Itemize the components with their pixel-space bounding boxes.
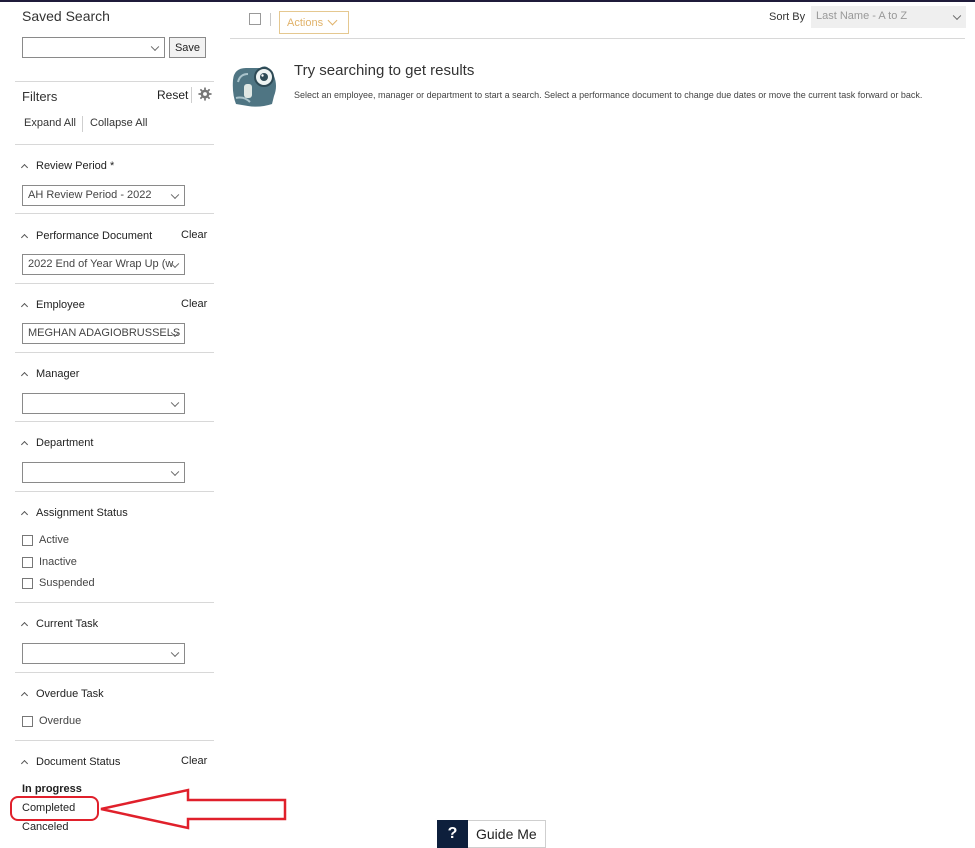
document-status-in-progress[interactable]: In progress xyxy=(22,783,82,795)
empty-state-description: Select an employee, manager or departmen… xyxy=(294,90,923,100)
checkbox[interactable] xyxy=(22,556,33,568)
review-period-header[interactable]: Review Period * xyxy=(20,160,114,172)
divider xyxy=(15,144,214,145)
sort-by-label: Sort By xyxy=(769,11,806,23)
select-all-checkbox[interactable] xyxy=(249,13,261,25)
guide-me-button[interactable]: ? Guide Me xyxy=(437,820,546,848)
sort-by-select[interactable]: Last Name - A to Z xyxy=(811,6,966,28)
document-status-header[interactable]: Document Status xyxy=(20,756,120,768)
chevron-up-icon xyxy=(20,371,29,380)
reset-link[interactable]: Reset xyxy=(157,88,188,102)
chevron-down-icon xyxy=(170,467,180,476)
divider xyxy=(15,602,214,603)
overdue-task-overdue[interactable]: Overdue xyxy=(22,715,81,727)
guide-me-label: Guide Me xyxy=(476,826,537,842)
actions-button[interactable]: Actions xyxy=(279,11,349,34)
chevron-up-icon xyxy=(20,233,29,242)
assignment-status-suspended[interactable]: Suspended xyxy=(22,577,95,589)
current-task-header[interactable]: Current Task xyxy=(20,618,98,630)
overdue-task-header[interactable]: Overdue Task xyxy=(20,688,104,700)
saved-search-select[interactable] xyxy=(22,37,165,58)
empty-state-title: Try searching to get results xyxy=(294,62,475,79)
employee-select[interactable]: MEGHAN ADAGIOBRUSSELS xyxy=(22,323,185,344)
checkbox[interactable] xyxy=(22,534,33,546)
help-icon: ? xyxy=(437,820,468,848)
employee-clear[interactable]: Clear xyxy=(181,298,207,310)
performance-document-select[interactable]: 2022 End of Year Wrap Up (w xyxy=(22,254,185,275)
chevron-up-icon xyxy=(20,621,29,630)
save-button[interactable]: Save xyxy=(169,37,206,58)
chevron-down-icon xyxy=(170,398,180,407)
gear-icon[interactable] xyxy=(198,87,212,101)
saved-search-title: Saved Search xyxy=(22,8,110,24)
divider xyxy=(15,491,214,492)
chevron-up-icon xyxy=(20,302,29,311)
assignment-status-inactive[interactable]: Inactive xyxy=(22,556,77,568)
employee-header[interactable]: Employee xyxy=(20,299,85,311)
current-task-select[interactable] xyxy=(22,643,185,664)
department-header[interactable]: Department xyxy=(20,437,93,449)
expand-all-link[interactable]: Expand All xyxy=(24,117,76,129)
chevron-up-icon xyxy=(20,163,29,172)
separator xyxy=(191,87,192,103)
collapse-all-link[interactable]: Collapse All xyxy=(90,117,147,129)
performance-document-header[interactable]: Performance Document xyxy=(20,230,152,242)
filters-title: Filters xyxy=(22,89,58,104)
toolbar-divider xyxy=(230,38,965,39)
department-select[interactable] xyxy=(22,462,185,483)
performance-document-clear[interactable]: Clear xyxy=(181,229,207,241)
chevron-up-icon xyxy=(20,510,29,519)
chevron-up-icon xyxy=(20,440,29,449)
chevron-down-icon xyxy=(150,42,160,51)
divider xyxy=(15,352,214,353)
checkbox[interactable] xyxy=(22,577,33,589)
divider xyxy=(15,283,214,284)
chevron-down-icon xyxy=(170,190,180,199)
filters-sidebar: Saved Search Save Filters Reset Expand A… xyxy=(0,2,230,848)
divider xyxy=(15,81,214,82)
review-period-select[interactable]: AH Review Period - 2022 xyxy=(22,185,185,206)
chevron-up-icon xyxy=(20,759,29,768)
manager-header[interactable]: Manager xyxy=(20,368,79,380)
divider xyxy=(15,421,214,422)
assignment-status-active[interactable]: Active xyxy=(22,534,69,546)
document-status-clear[interactable]: Clear xyxy=(181,755,207,767)
annotation-highlight xyxy=(10,796,99,821)
manager-select[interactable] xyxy=(22,393,185,414)
search-illustration-icon xyxy=(232,66,276,107)
divider xyxy=(15,672,214,673)
annotation-arrow-icon xyxy=(100,788,287,830)
chevron-down-icon xyxy=(952,11,962,21)
separator xyxy=(82,116,83,132)
divider xyxy=(15,740,214,741)
chevron-up-icon xyxy=(20,691,29,700)
chevron-down-icon xyxy=(170,648,180,657)
assignment-status-header[interactable]: Assignment Status xyxy=(20,507,128,519)
divider xyxy=(15,213,214,214)
checkbox[interactable] xyxy=(22,715,33,727)
document-status-canceled[interactable]: Canceled xyxy=(22,821,68,833)
chevron-down-icon xyxy=(327,15,338,26)
separator xyxy=(270,13,271,26)
